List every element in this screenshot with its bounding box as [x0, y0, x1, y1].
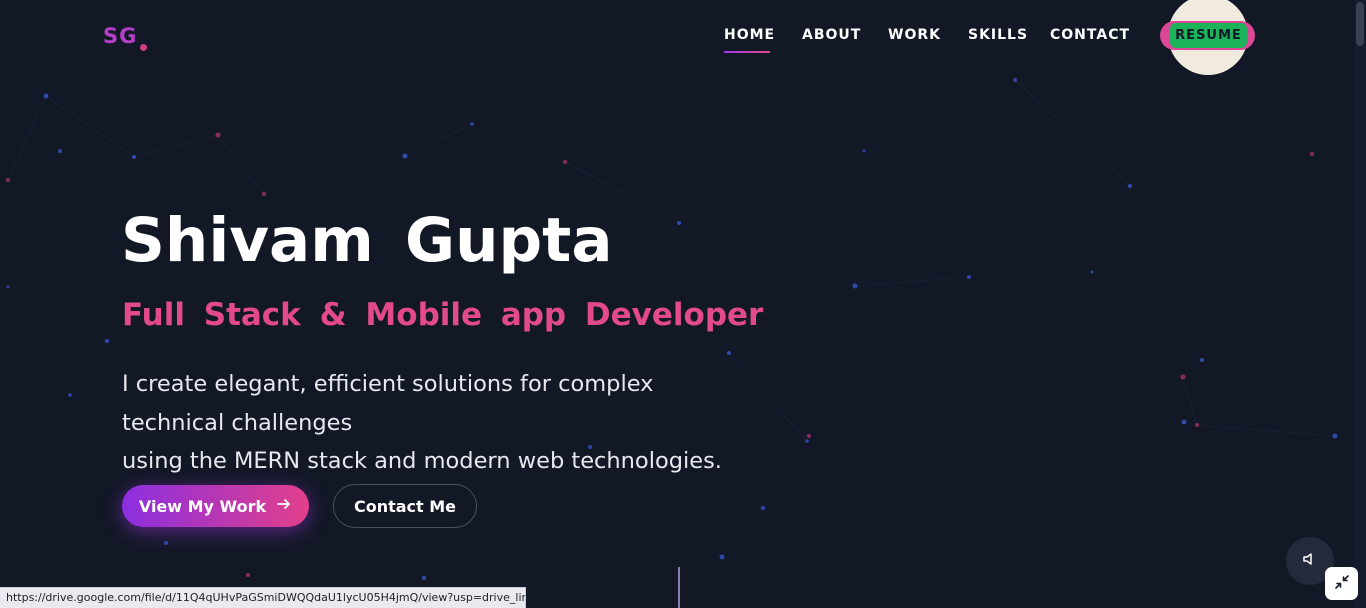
site-logo[interactable]: SG: [103, 24, 137, 48]
hero-description: I create elegant, efficient solutions fo…: [122, 365, 782, 481]
nav-contact[interactable]: CONTACT: [1050, 27, 1130, 43]
view-my-work-label: View My Work: [138, 496, 267, 516]
nav-about[interactable]: ABOUT: [802, 27, 861, 43]
minimize-button[interactable]: [1325, 567, 1358, 600]
nav-skills[interactable]: SKILLS: [968, 27, 1028, 43]
hero-description-line: technical challenges: [122, 409, 353, 436]
scroll-indicator: [678, 567, 680, 608]
hero-description-line: using the MERN stack and modern web tech…: [122, 448, 722, 474]
collapse-arrows-icon: [1334, 574, 1350, 594]
nav-home[interactable]: HOME: [724, 27, 775, 43]
nav-work[interactable]: WORK: [888, 27, 941, 43]
hero-name: Shivam Gupta: [121, 205, 613, 276]
status-bar-url: https://drive.google.com/file/d/11Q4qUHv…: [0, 587, 526, 608]
hero-description-line: I create elegant, efficient solutions fo…: [122, 371, 654, 397]
nav-active-underline: [724, 51, 770, 53]
scrollbar-thumb[interactable]: [1356, 2, 1364, 46]
arrow-right-icon: [276, 496, 292, 516]
resume-button[interactable]: RESUME: [1170, 23, 1247, 48]
speaker-muted-icon: [1302, 551, 1318, 571]
page-scrollbar[interactable]: [1354, 0, 1366, 608]
contact-me-button[interactable]: Contact Me: [333, 484, 477, 528]
view-my-work-button[interactable]: View My Work: [122, 485, 309, 527]
hero-role: Full Stack & Mobile app Developer: [122, 297, 764, 333]
logo-dot: [140, 44, 147, 51]
